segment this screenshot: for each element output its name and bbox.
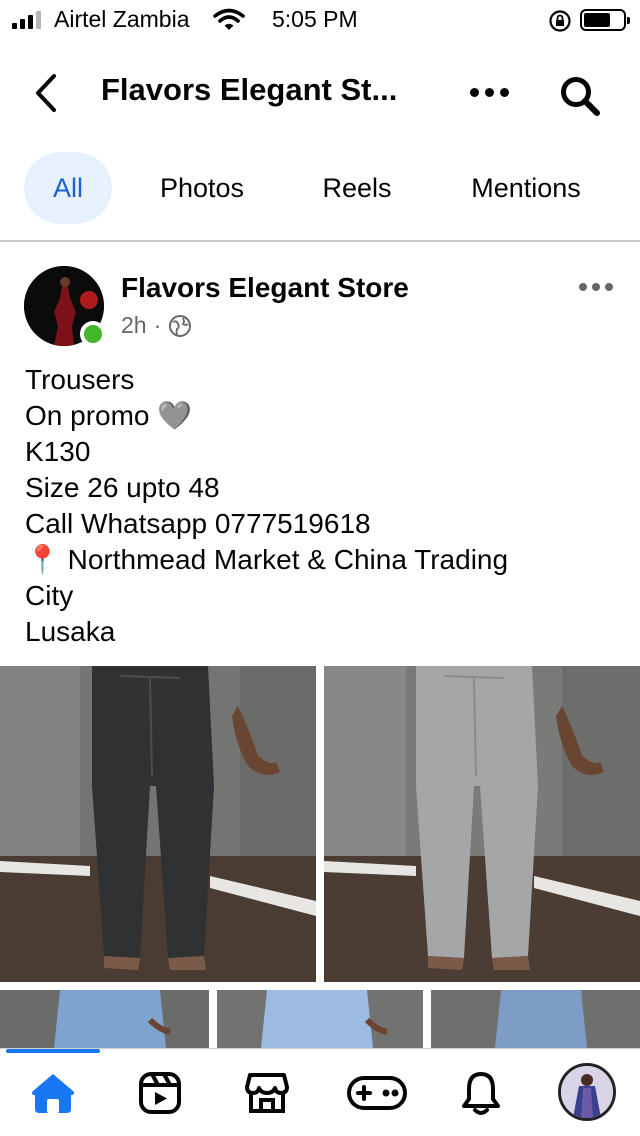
dot-icon (592, 283, 600, 291)
tab-all[interactable]: All (24, 152, 112, 224)
tabs-divider (0, 240, 640, 242)
home-icon (32, 1074, 74, 1113)
bottom-nav (0, 1048, 640, 1136)
post-photo-5[interactable] (431, 990, 640, 1048)
tab-photos[interactable]: Photos (140, 152, 264, 224)
post-photo-4[interactable] (217, 990, 423, 1048)
gaming-icon (347, 1076, 407, 1110)
nav-video-button[interactable] (134, 1067, 186, 1119)
post-photo-1[interactable] (0, 666, 316, 982)
carrier-name: Airtel Zambia (54, 6, 190, 32)
back-button[interactable] (28, 70, 68, 116)
status-bar: Airtel Zambia 5:05 PM (0, 0, 640, 40)
filter-tabs: All Photos Reels Mentions (0, 152, 640, 224)
post-line: Trousers (25, 364, 135, 395)
more-options-button[interactable] (470, 88, 514, 100)
post-line: 📍 Northmead Market & China Trading (25, 544, 509, 575)
battery-icon (580, 9, 630, 31)
post-line: City (25, 580, 74, 611)
orientation-lock-icon (548, 9, 572, 38)
nav-home-button[interactable] (27, 1067, 79, 1119)
post-line: Size 26 upto 48 (25, 472, 220, 503)
nav-notifications-button[interactable] (455, 1067, 507, 1119)
post-body: Trousers On promo 🩶 K130 Size 26 upto 48… (25, 362, 625, 650)
active-tab-indicator (6, 1049, 100, 1053)
search-icon (561, 77, 600, 116)
app-screen: Airtel Zambia 5:05 PM Flavors Elegant St… (0, 0, 640, 1136)
dot-icon (500, 88, 509, 97)
dot-icon (605, 283, 613, 291)
globe-icon (169, 314, 192, 337)
nav-marketplace-button[interactable] (241, 1067, 293, 1119)
post-line: Lusaka (25, 616, 116, 647)
tab-reels[interactable]: Reels (306, 152, 408, 224)
video-icon (139, 1072, 181, 1114)
tab-mentions[interactable]: Mentions (450, 152, 602, 224)
post-photo-2[interactable] (324, 666, 640, 982)
post-line: Call Whatsapp 0777519618 (25, 508, 371, 539)
post-author-name[interactable]: Flavors Elegant Store (121, 272, 409, 304)
search-button[interactable] (558, 74, 602, 123)
clock: 5:05 PM (272, 6, 358, 32)
chevron-left-icon (36, 74, 56, 112)
profile-avatar[interactable] (558, 1063, 616, 1121)
wifi-icon (213, 8, 245, 37)
marketplace-icon (245, 1073, 289, 1113)
dot-icon (579, 283, 587, 291)
online-status-dot (80, 321, 106, 347)
post-line: On promo 🩶 (25, 400, 193, 431)
page-title: Flavors Elegant St... (101, 72, 398, 107)
page-header: Flavors Elegant St... (0, 52, 640, 132)
post-line: K130 (25, 436, 91, 467)
nav-gaming-button[interactable] (346, 1067, 408, 1119)
post-meta: 2h · (121, 312, 192, 339)
dot-icon (470, 88, 479, 97)
signal-strength-icon (12, 11, 41, 29)
post-photo-3[interactable] (0, 990, 209, 1048)
meta-separator: · (153, 312, 162, 338)
notifications-icon (462, 1072, 500, 1115)
post-options-button[interactable] (579, 283, 613, 291)
dot-icon (485, 88, 494, 97)
post-time[interactable]: 2h (121, 312, 147, 339)
